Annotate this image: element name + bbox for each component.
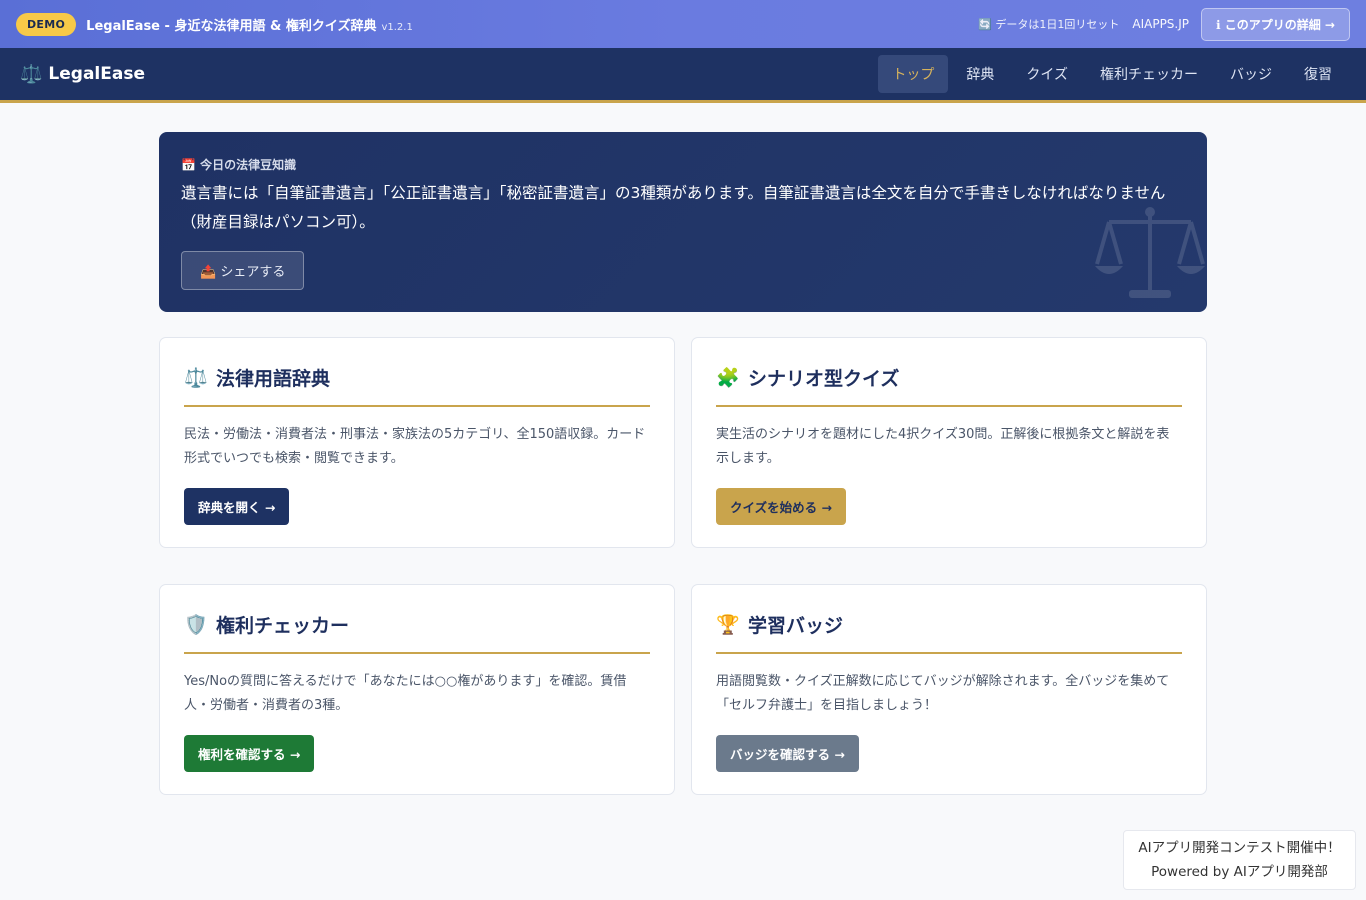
nav-link-review[interactable]: 復習 <box>1290 55 1346 93</box>
daily-tip-panel: 📅 今日の法律豆知識 遺言書には「自筆証書遺言」「公正証書遺言」「秘密証書遺言」… <box>159 132 1207 312</box>
scales-icon: ⚖️ <box>20 63 43 85</box>
card-header: 🧩 シナリオ型クイズ <box>716 364 1182 407</box>
card-description: 実生活のシナリオを題材にした4択クイズ30問。正解後に根拠条文と解説を表示します… <box>716 427 1170 466</box>
puzzle-icon: 🧩 <box>716 367 740 389</box>
scales-watermark-icon <box>1095 207 1205 298</box>
card-title: シナリオ型クイズ <box>748 368 900 390</box>
contest-line-1: AIアプリ開発コンテスト開催中！ <box>1138 840 1341 856</box>
rights-checker-card: 🛡️ 権利チェッカー Yes/Noの質問に答えるだけで「あなたには○○権がありま… <box>159 584 675 795</box>
feature-cards: ⚖️ 法律用語辞典 民法・労働法・消費者法・刑事法・家族法の5カテゴリ、全150… <box>159 337 1207 795</box>
dictionary-card: ⚖️ 法律用語辞典 民法・労働法・消費者法・刑事法・家族法の5カテゴリ、全150… <box>159 337 675 548</box>
contest-banner[interactable]: AIアプリ開発コンテスト開催中！ Powered by AIアプリ開発部 <box>1123 830 1356 890</box>
nav-link-quiz[interactable]: クイズ <box>1012 55 1082 93</box>
nav-link-rights-checker[interactable]: 権利チェッカー <box>1086 55 1212 93</box>
logo[interactable]: ⚖️ LegalEase <box>20 64 145 85</box>
app-title: LegalEase - 身近な法律用語 & 権利クイズ辞典 v1.2.1 <box>86 15 413 34</box>
logo-text: LegalEase <box>48 64 145 84</box>
nav-link-dictionary[interactable]: 辞典 <box>952 55 1008 93</box>
contest-line-2: Powered by AIアプリ開発部 <box>1151 864 1328 880</box>
app-detail-button[interactable]: ℹ このアプリの詳細 → <box>1201 7 1350 41</box>
card-title: 学習バッジ <box>748 615 844 637</box>
share-button[interactable]: 📤 シェアする <box>181 251 305 290</box>
card-header: 🛡️ 権利チェッカー <box>184 611 650 654</box>
start-quiz-button[interactable]: クイズを始める → <box>716 488 846 525</box>
trophy-icon: 🏆 <box>716 614 740 636</box>
nav-links: トップ 辞典 クイズ 権利チェッカー バッジ 復習 <box>878 55 1346 93</box>
view-badges-button[interactable]: バッジを確認する → <box>716 735 859 772</box>
open-dictionary-button[interactable]: 辞典を開く → <box>184 488 290 525</box>
card-title: 権利チェッカー <box>216 615 350 637</box>
quiz-card: 🧩 シナリオ型クイズ 実生活のシナリオを題材にした4択クイズ30問。正解後に根拠… <box>691 337 1207 548</box>
shield-icon: 🛡️ <box>184 614 208 636</box>
card-title: 法律用語辞典 <box>216 368 331 390</box>
card-header: ⚖️ 法律用語辞典 <box>184 364 650 407</box>
site-link[interactable]: AIAPPS.JP <box>1132 17 1189 31</box>
card-description: 用語閲覧数・クイズ正解数に応じてバッジが解除されます。全バッジを集めて「セルフ弁… <box>716 674 1170 713</box>
daily-tip-text: 遺言書には「自筆証書遺言」「公正証書遺言」「秘密証書遺言」の3種類があります。自… <box>181 184 1166 231</box>
check-rights-button[interactable]: 権利を確認する → <box>184 735 315 772</box>
scales-icon: ⚖️ <box>184 367 208 389</box>
reset-notice: 🔄 データは1日1回リセット <box>978 18 1120 31</box>
card-description: Yes/Noの質問に答えるだけで「あなたには○○権があります」を確認。賃借人・労… <box>184 674 627 713</box>
daily-tip-label: 📅 今日の法律豆知識 <box>181 158 297 172</box>
card-header: 🏆 学習バッジ <box>716 611 1182 654</box>
app-version: v1.2.1 <box>381 21 413 33</box>
main-nav: ⚖️ LegalEase トップ 辞典 クイズ 権利チェッカー バッジ 復習 <box>0 48 1366 103</box>
app-title-text: LegalEase - 身近な法律用語 & 権利クイズ辞典 <box>86 18 377 34</box>
demo-badge: DEMO <box>16 12 77 36</box>
nav-link-badges[interactable]: バッジ <box>1216 55 1286 93</box>
demo-banner-right: 🔄 データは1日1回リセット AIAPPS.JP ℹ このアプリの詳細 → <box>978 7 1350 41</box>
demo-banner: DEMO LegalEase - 身近な法律用語 & 権利クイズ辞典 v1.2.1… <box>0 0 1366 48</box>
nav-link-top[interactable]: トップ <box>878 55 949 93</box>
badges-card: 🏆 学習バッジ 用語閲覧数・クイズ正解数に応じてバッジが解除されます。全バッジを… <box>691 584 1207 795</box>
main-content: 📅 今日の法律豆知識 遺言書には「自筆証書遺言」「公正証書遺言」「秘密証書遺言」… <box>159 132 1207 795</box>
card-description: 民法・労働法・消費者法・刑事法・家族法の5カテゴリ、全150語収録。カード形式で… <box>184 427 646 466</box>
